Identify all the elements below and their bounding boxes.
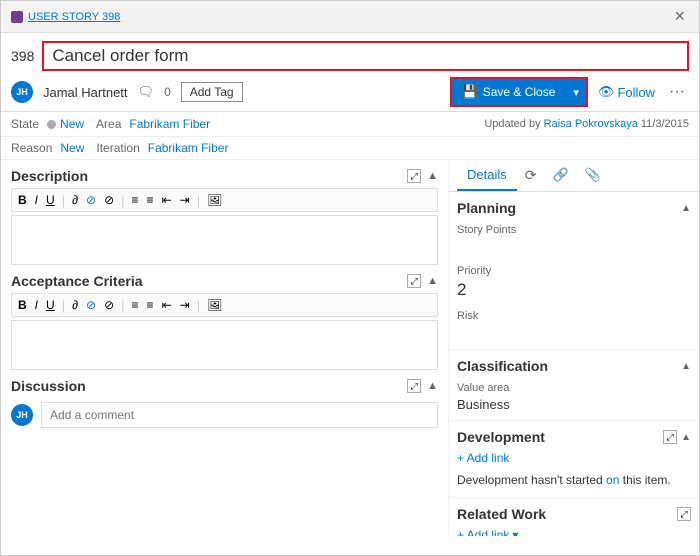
- tab-attachments[interactable]: 📎: [577, 160, 609, 191]
- priority-label: Priority: [457, 265, 691, 277]
- add-tag-button[interactable]: Add Tag: [181, 82, 243, 102]
- discussion-section: Discussion ⤢ ▲ JH: [11, 378, 438, 428]
- more-options-button[interactable]: ···: [665, 79, 689, 105]
- risk-field: Risk: [457, 310, 691, 341]
- ac-toolbar-list2[interactable]: ≡: [144, 297, 157, 313]
- comment-icon: 🗨: [138, 84, 155, 100]
- dev-add-link[interactable]: + Add link: [457, 451, 691, 465]
- toolbar-link3[interactable]: ⊘: [101, 192, 117, 208]
- toolbar-link2[interactable]: ⊘: [83, 192, 99, 208]
- toolbar-indent1[interactable]: ⇤: [159, 192, 175, 208]
- tab-links[interactable]: 🔗: [544, 160, 576, 191]
- value-area-label: Value area: [457, 382, 691, 394]
- state-value[interactable]: New: [60, 117, 84, 131]
- related-expand-icon[interactable]: ⤢: [677, 507, 691, 521]
- toolbar-link1[interactable]: ∂: [69, 192, 81, 208]
- toolbar-bold[interactable]: B: [15, 192, 30, 208]
- toolbar-list1[interactable]: ≡: [129, 192, 142, 208]
- dev-collapse-icon[interactable]: ▲: [681, 432, 691, 443]
- risk-label: Risk: [457, 310, 691, 322]
- description-editor[interactable]: [11, 215, 438, 265]
- ac-toolbar-link2[interactable]: ⊘: [83, 297, 99, 313]
- toolbar-italic[interactable]: I: [32, 192, 41, 208]
- follow-button[interactable]: 👁 Follow: [592, 80, 661, 104]
- state-dot: [47, 120, 56, 129]
- area-value[interactable]: Fabrikam Fiber: [129, 117, 210, 131]
- discussion-expand-icon[interactable]: ⤢: [407, 379, 421, 393]
- risk-value[interactable]: [457, 325, 691, 341]
- ac-toolbar-bold[interactable]: B: [15, 297, 30, 313]
- save-close-dropdown-button[interactable]: ▾: [565, 79, 586, 105]
- development-title: Development: [457, 429, 545, 445]
- comment-input[interactable]: [41, 402, 438, 428]
- work-item-id: 398: [11, 48, 34, 64]
- close-button[interactable]: ×: [670, 6, 689, 27]
- related-add-link[interactable]: + Add link ▾: [457, 528, 691, 536]
- toolbar-image[interactable]: 🖼: [204, 192, 225, 208]
- comment-count: 0: [164, 85, 171, 99]
- planning-title: Planning: [457, 200, 516, 216]
- description-section: Description ⤢ ▲ B I U | ∂ ⊘ ⊘ | ≡ ≡ ⇤ ⇥ …: [11, 168, 438, 265]
- acceptance-expand-icon[interactable]: ⤢: [407, 274, 421, 288]
- reason-value[interactable]: New: [60, 141, 84, 155]
- development-section: Development ⤢ ▲ + Add link Development h…: [449, 421, 699, 498]
- story-points-field: Story Points: [457, 224, 691, 255]
- work-item-type-link[interactable]: USER STORY 398: [28, 11, 670, 23]
- save-close-button[interactable]: 💾 Save & Close: [452, 79, 566, 105]
- ac-toolbar-link1[interactable]: ∂: [69, 297, 81, 313]
- updated-text: Updated by Raisa Pokrovskaya 11/3/2015: [484, 118, 689, 130]
- priority-field: Priority 2: [457, 265, 691, 300]
- dev-expand-icon[interactable]: ⤢: [663, 430, 677, 444]
- reason-label: Reason: [11, 141, 52, 155]
- state-label: State: [11, 117, 39, 131]
- area-label: Area: [96, 117, 121, 131]
- user-story-icon: [11, 11, 23, 23]
- avatar: JH: [11, 81, 33, 103]
- save-icon: 💾: [462, 84, 478, 100]
- acceptance-criteria-title: Acceptance Criteria: [11, 273, 143, 289]
- author-name: Jamal Hartnett: [43, 85, 128, 100]
- description-title: Description: [11, 168, 88, 184]
- ac-toolbar-link3[interactable]: ⊘: [101, 297, 117, 313]
- value-area-field: Value area Business: [457, 382, 691, 412]
- classification-title: Classification: [457, 358, 548, 374]
- acceptance-editor[interactable]: [11, 320, 438, 370]
- follow-icon: 👁: [598, 84, 615, 100]
- ac-toolbar-indent2[interactable]: ⇥: [177, 297, 193, 313]
- tab-details[interactable]: Details: [457, 160, 517, 191]
- description-collapse-icon[interactable]: ▲: [427, 170, 438, 182]
- updated-by-link[interactable]: Raisa Pokrovskaya: [544, 118, 638, 130]
- description-expand-icon[interactable]: ⤢: [407, 169, 421, 183]
- tab-history[interactable]: ⟳: [517, 160, 545, 191]
- acceptance-criteria-section: Acceptance Criteria ⤢ ▲ B I U | ∂ ⊘ ⊘ | …: [11, 273, 438, 370]
- dev-status-text: Development hasn't started on this item.: [457, 471, 691, 489]
- description-toolbar: B I U | ∂ ⊘ ⊘ | ≡ ≡ ⇤ ⇥ | 🖼: [11, 188, 438, 212]
- toolbar-underline[interactable]: U: [43, 192, 58, 208]
- classification-section: Classification ▲ Value area Business: [449, 350, 699, 421]
- ac-toolbar-italic[interactable]: I: [32, 297, 41, 313]
- acceptance-collapse-icon[interactable]: ▲: [427, 275, 438, 287]
- story-points-label: Story Points: [457, 224, 691, 236]
- planning-section: Planning ▲ Story Points Priority 2 Risk: [449, 192, 699, 350]
- toolbar-indent2[interactable]: ⇥: [177, 192, 193, 208]
- acceptance-toolbar: B I U | ∂ ⊘ ⊘ | ≡ ≡ ⇤ ⇥ | 🖼: [11, 293, 438, 317]
- iteration-value[interactable]: Fabrikam Fiber: [148, 141, 229, 155]
- ac-toolbar-underline[interactable]: U: [43, 297, 58, 313]
- related-work-section: Related Work ⤢ + Add link ▾ There are no…: [449, 498, 699, 536]
- ac-toolbar-indent1[interactable]: ⇤: [159, 297, 175, 313]
- iteration-label: Iteration: [96, 141, 139, 155]
- related-work-title: Related Work: [457, 506, 546, 522]
- value-area-value[interactable]: Business: [457, 397, 691, 412]
- comment-avatar: JH: [11, 404, 33, 426]
- story-points-value[interactable]: [457, 239, 691, 255]
- priority-value[interactable]: 2: [457, 280, 691, 300]
- work-item-title-box[interactable]: Cancel order form: [42, 41, 689, 71]
- discussion-title: Discussion: [11, 378, 86, 394]
- discussion-collapse-icon[interactable]: ▲: [427, 380, 438, 392]
- toolbar-list2[interactable]: ≡: [144, 192, 157, 208]
- ac-toolbar-list1[interactable]: ≡: [129, 297, 142, 313]
- planning-collapse-icon[interactable]: ▲: [681, 203, 691, 214]
- ac-toolbar-image[interactable]: 🖼: [204, 297, 225, 313]
- classification-collapse-icon[interactable]: ▲: [681, 361, 691, 372]
